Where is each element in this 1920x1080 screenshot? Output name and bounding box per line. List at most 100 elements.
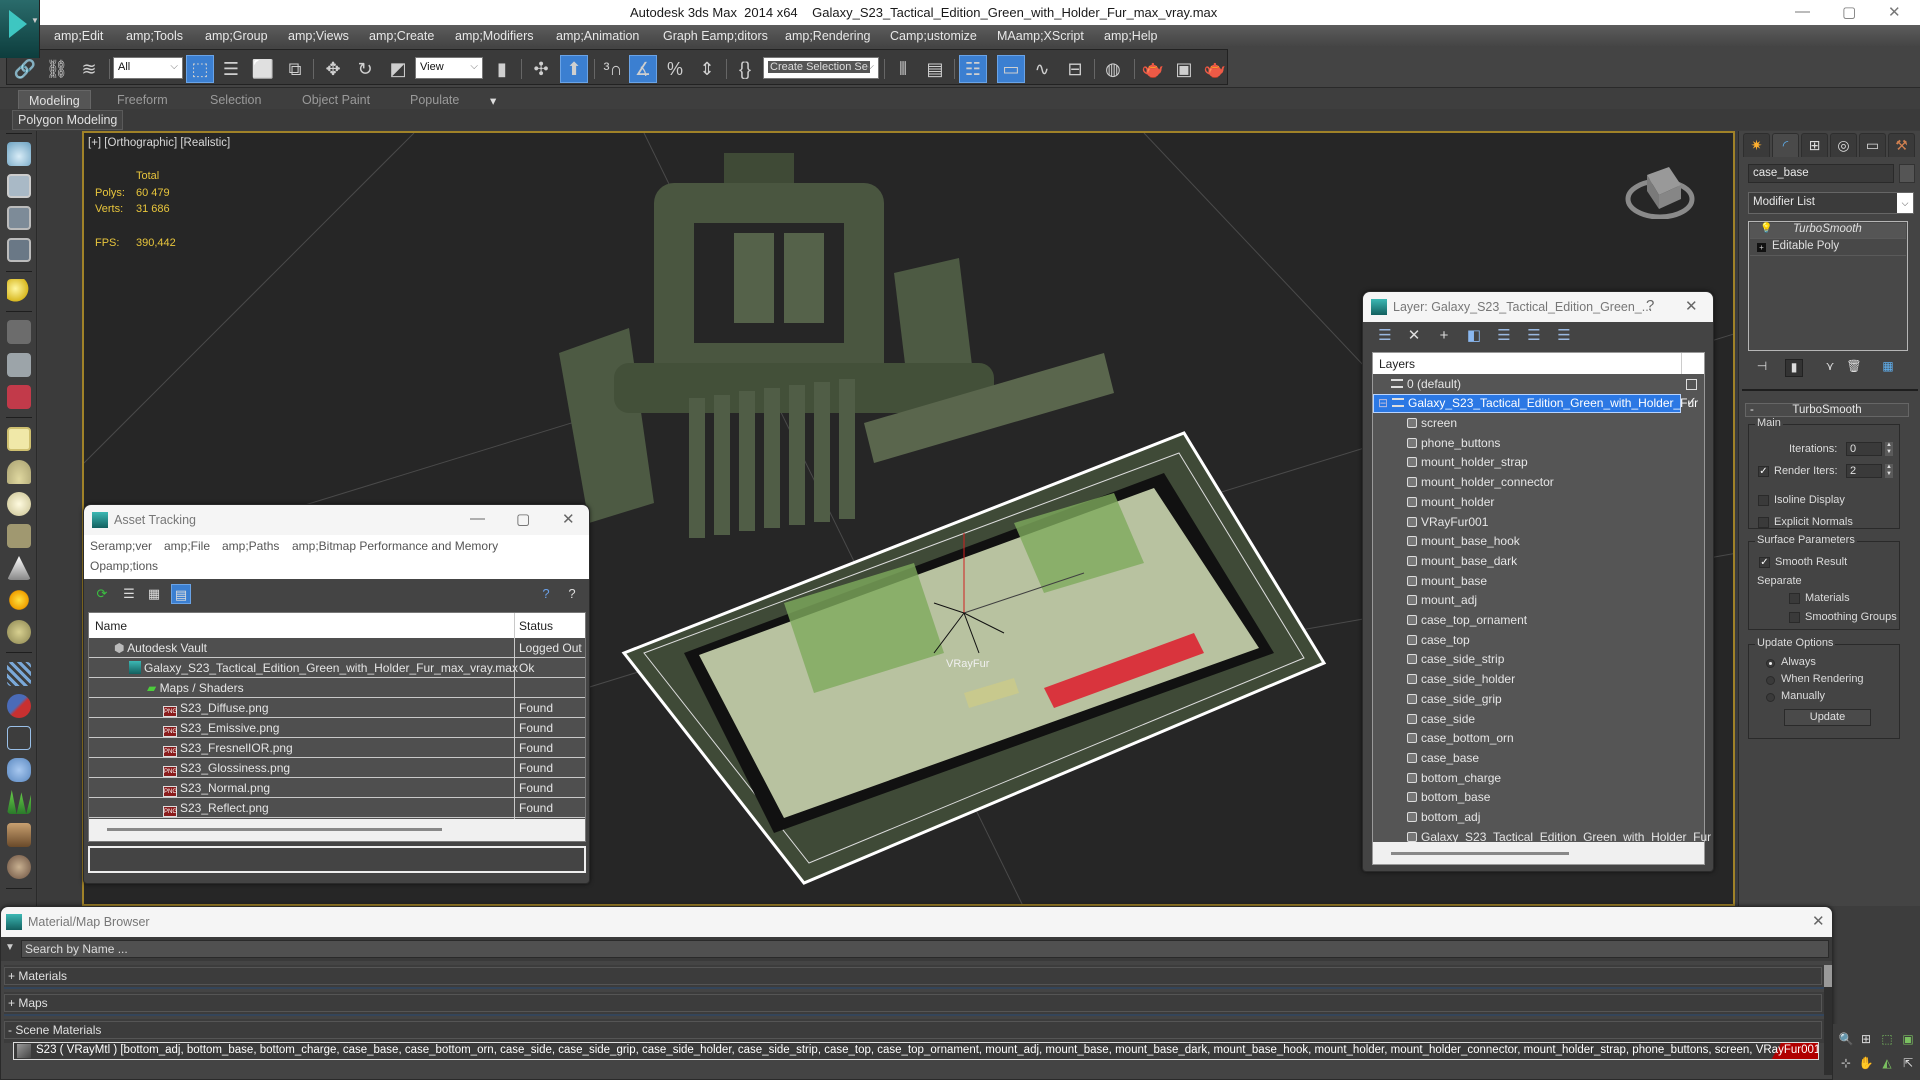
mirror-icon[interactable]: ⫴ — [889, 55, 917, 83]
sphere-fade-icon[interactable] — [7, 758, 31, 782]
menu-maxscript[interactable]: MAamp;XScript — [997, 29, 1084, 43]
layer-object-row[interactable]: mount_holder_strap — [1373, 453, 1681, 472]
layer-row-galaxy[interactable]: ⊟ Galaxy_S23_Tactical_Edition_Green_with_… — [1373, 394, 1698, 413]
current-layer-toggle[interactable] — [1686, 379, 1697, 390]
search-input[interactable]: Search by Name ... — [21, 940, 1829, 958]
close-button[interactable]: ✕ — [1685, 297, 1698, 315]
select-by-name-icon[interactable]: ☰ — [217, 55, 245, 83]
mount-holder-model[interactable] — [559, 153, 1114, 538]
edit-named-selection-icon[interactable]: {} — [731, 55, 759, 83]
menu-file[interactable]: amp;File — [164, 539, 210, 553]
menu-tools[interactable]: amp;Tools — [126, 29, 183, 43]
select-manipulate-icon[interactable]: ✣ — [527, 55, 555, 83]
object-name-field[interactable]: case_base — [1748, 164, 1894, 183]
menu-modifiers[interactable]: amp;Modifiers — [455, 29, 534, 43]
delete-layer-icon[interactable]: ✕ — [1404, 326, 1424, 346]
maximize-viewport-icon[interactable]: ⇱ — [1899, 1054, 1917, 1072]
polygon-modeling-panel[interactable]: Polygon Modeling — [12, 110, 124, 130]
zoom-icon[interactable]: 🔍 — [1837, 1030, 1855, 1048]
field-of-view-icon[interactable]: ⊹ — [1837, 1054, 1855, 1072]
stack-item-editable-poly[interactable]: + Editable Poly — [1750, 240, 1906, 256]
close-button[interactable]: ✕ — [1888, 3, 1901, 21]
named-selection-dropdown[interactable]: Create Selection Se ⌵ — [763, 57, 879, 79]
iterations-spinner-arrows[interactable]: ▲ ▼ — [1885, 442, 1893, 456]
table-row[interactable]: PNG S23_Emissive.png Found — [89, 718, 585, 738]
tab-modeling[interactable]: Modeling — [18, 90, 91, 110]
display-tab-icon[interactable]: ▭ — [1859, 133, 1886, 157]
tab-freeform[interactable]: Freeform — [107, 90, 178, 110]
camera-target-icon[interactable] — [7, 353, 31, 377]
smooth-result-checkbox[interactable]: ✓ — [1759, 557, 1770, 568]
schematic-view-icon[interactable]: ⊟ — [1061, 55, 1089, 83]
expand-icon[interactable]: + — [1757, 243, 1766, 252]
menu-options[interactable]: Opamp;tions — [90, 559, 158, 573]
explicit-normals-checkbox[interactable] — [1758, 517, 1769, 528]
render-iters-checkbox[interactable]: ✓ — [1758, 466, 1769, 477]
list-view-icon[interactable]: ☰ — [119, 584, 139, 604]
video-camera-icon[interactable] — [7, 385, 31, 409]
proxy-icon[interactable] — [7, 662, 31, 686]
zoom-all-icon[interactable]: ⊞ — [1857, 1030, 1875, 1048]
render-frame-icon[interactable] — [7, 174, 31, 198]
lightbulb-icon[interactable]: 💡 — [1760, 223, 1772, 234]
smoothing-groups-checkbox[interactable] — [1789, 612, 1800, 623]
select-and-move-icon[interactable]: ✥ — [319, 55, 347, 83]
dome-light-icon[interactable] — [7, 460, 31, 484]
layer-object-row[interactable]: mount_holder_connector — [1373, 473, 1681, 492]
layer-object-row[interactable]: mount_holder — [1373, 493, 1681, 512]
asset-tracking-titlebar[interactable]: Asset Tracking — ▢ ✕ — [84, 505, 589, 535]
light-lister-icon[interactable] — [7, 279, 31, 303]
minimize-button[interactable]: — — [1795, 3, 1810, 20]
hierarchy-tab-icon[interactable]: ⊞ — [1801, 133, 1828, 157]
turbosmooth-rollout-header[interactable]: - TurboSmooth — [1745, 403, 1909, 417]
when-rendering-radio[interactable] — [1766, 676, 1775, 685]
menu-create[interactable]: amp;Create — [369, 29, 434, 43]
layer-object-row[interactable]: case_base — [1373, 749, 1681, 768]
stack-item-turbosmooth[interactable]: 💡 TurboSmooth — [1750, 223, 1906, 239]
close-button[interactable]: ✕ — [562, 510, 575, 528]
group-maps[interactable]: + Maps — [4, 992, 1826, 1016]
scene-explorer-icon[interactable] — [7, 206, 31, 230]
materials-checkbox[interactable] — [1789, 593, 1800, 604]
help-settings-icon[interactable]: ? — [562, 584, 582, 604]
manually-radio[interactable] — [1766, 693, 1775, 702]
layer-object-row[interactable]: case_top — [1373, 631, 1681, 650]
table-row[interactable]: PNG S23_Reflect.png Found — [89, 798, 585, 818]
remove-modifier-icon[interactable]: 🗑 — [1845, 359, 1863, 377]
material-browser-titlebar[interactable]: Material/Map Browser ✕ — [1, 907, 1832, 937]
material-editor-icon[interactable]: ◍ — [1099, 55, 1127, 83]
menu-paths[interactable]: amp;Paths — [222, 539, 279, 553]
object-color-swatch[interactable] — [1899, 164, 1915, 183]
close-button[interactable]: ✕ — [1812, 912, 1825, 930]
pin-stack-icon[interactable]: ⊣ — [1753, 359, 1771, 377]
layer-object-row[interactable]: case_side — [1373, 710, 1681, 729]
table-row[interactable]: Galaxy_S23_Tactical_Edition_Green_with_H… — [89, 658, 585, 678]
column-divider[interactable] — [514, 613, 515, 638]
create-tab-icon[interactable]: ✷ — [1743, 133, 1770, 157]
layer-object-row[interactable]: case_top_ornament — [1373, 611, 1681, 630]
layer-object-row[interactable]: mount_base — [1373, 572, 1681, 591]
table-row[interactable]: ⬢ Autodesk Vault Logged Out — [89, 638, 585, 658]
sun-icon[interactable] — [7, 588, 31, 612]
ies-light-icon[interactable] — [7, 556, 31, 580]
pivot-center-icon[interactable]: ▮ — [488, 55, 516, 83]
current-layer-checkmark-icon[interactable]: ✓ — [1686, 394, 1697, 410]
freeze-unfreeze-all-icon[interactable]: ☰ — [1554, 326, 1574, 346]
menu-help[interactable]: amp;Help — [1104, 29, 1158, 43]
zoom-extents-icon[interactable]: ⬚ — [1878, 1030, 1896, 1048]
select-and-link-icon[interactable]: 🔗 — [11, 55, 39, 83]
search-options-icon[interactable]: ▼ — [5, 942, 15, 953]
spinner-snap-icon[interactable]: ⇕ — [693, 55, 721, 83]
render-setup-icon[interactable]: 🫖 — [1139, 55, 1167, 83]
unlink-icon[interactable]: ⛓ — [43, 55, 71, 83]
window-crossing-icon[interactable]: ⧉ — [281, 55, 309, 83]
metaball-icon[interactable] — [7, 694, 31, 718]
scrollbar-thumb[interactable] — [1391, 852, 1569, 855]
modify-tab-icon[interactable]: ◜ — [1772, 133, 1799, 157]
zoom-extents-all-icon[interactable]: ▣ — [1899, 1030, 1917, 1048]
hair-fur-icon[interactable] — [7, 823, 31, 847]
layer-object-row[interactable]: bottom_adj — [1373, 808, 1681, 827]
horizontal-scrollbar[interactable] — [89, 819, 585, 841]
make-unique-icon[interactable]: ⋎ — [1821, 359, 1839, 377]
table-row[interactable]: PNG S23_Diffuse.png Found — [89, 698, 585, 718]
